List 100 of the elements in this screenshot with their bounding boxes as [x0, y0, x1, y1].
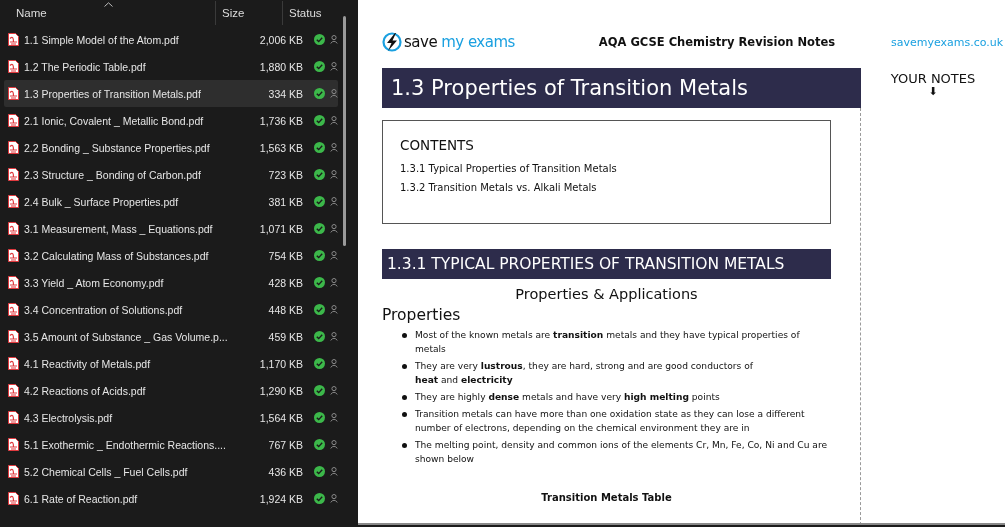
- person-icon: [330, 170, 338, 179]
- file-size: 1,170 KB: [258, 357, 303, 370]
- file-name: 1.1 Simple Model of the Atom.pdf: [24, 33, 180, 46]
- file-name: 2.1 Ionic, Covalent _ Metallic Bond.pdf: [24, 114, 205, 127]
- file-size: 381 KB: [267, 195, 303, 208]
- column-header[interactable]: Status: [283, 1, 344, 25]
- scrollbar[interactable]: [343, 16, 346, 246]
- file-name: 3.4 Concentration of Solutions.pdf: [24, 303, 184, 316]
- file-row[interactable]: 2.3 Structure _ Bonding of Carbon.pdf 723 KB: [4, 161, 338, 188]
- file-row[interactable]: 3.1 Measurement, Mass _ Equations.pdf 1,071 KB: [4, 215, 338, 242]
- pdf-file-icon: [8, 141, 19, 154]
- pdf-file-icon: [8, 357, 19, 370]
- pdf-file-icon: [8, 276, 19, 289]
- file-name: 5.2 Chemical Cells _ Fuel Cells.pdf: [24, 465, 189, 478]
- contents-heading: CONTENTS: [400, 137, 475, 153]
- file-size: 767 KB: [267, 438, 303, 451]
- pdf-file-icon: [8, 384, 19, 397]
- file-row[interactable]: 3.4 Concentration of Solutions.pdf 448 KB: [4, 296, 338, 323]
- file-name: 4.2 Reactions of Acids.pdf: [24, 384, 147, 397]
- bullet-icon: [402, 395, 407, 400]
- person-icon: [330, 35, 338, 44]
- person-icon: [330, 440, 338, 449]
- bullet-text: Transition metals can have more than one oxidation state as they can lose a different number of electrons, depending on the chemical environment they are in: [415, 408, 806, 435]
- file-row[interactable]: 1.1 Simple Model of the Atom.pdf 2,006 KB: [4, 26, 338, 53]
- file-row[interactable]: 3.3 Yield _ Atom Economy.pdf 428 KB: [4, 269, 338, 296]
- file-row[interactable]: 4.2 Reactions of Acids.pdf 1,290 KB: [4, 377, 338, 404]
- section-heading: 1.3.1 TYPICAL PROPERTIES OF TRANSITION METALS: [382, 249, 831, 279]
- file-row[interactable]: 2.2 Bonding _ Substance Properties.pdf 1,563 KB: [4, 134, 338, 161]
- file-size: 436 KB: [267, 465, 303, 478]
- file-row[interactable]: 3.5 Amount of Substance _ Gas Volume.p... 459 KB: [4, 323, 338, 350]
- file-row[interactable]: 4.1 Reactivity of Metals.pdf 1,170 KB: [4, 350, 338, 377]
- caret-icon: [103, 2, 113, 7]
- person-icon: [330, 413, 338, 422]
- file-size: 334 KB: [267, 87, 303, 100]
- file-size: 448 KB: [267, 303, 303, 316]
- file-size: 1,563 KB: [258, 141, 303, 154]
- file-size: 1,736 KB: [258, 114, 303, 127]
- file-name: 2.3 Structure _ Bonding of Carbon.pdf: [24, 168, 202, 181]
- file-name: 2.2 Bonding _ Substance Properties.pdf: [24, 141, 211, 154]
- pdf-file-icon: [8, 222, 19, 235]
- file-size: 1,564 KB: [258, 411, 303, 424]
- file-row[interactable]: 2.1 Ionic, Covalent _ Metallic Bond.pdf 1,736 KB: [4, 107, 338, 134]
- pdf-file-icon: [8, 492, 19, 505]
- column-header[interactable]: Size: [216, 1, 283, 25]
- file-row[interactable]: 4.3 Electrolysis.pdf 1,564 KB: [4, 404, 338, 431]
- file-size: 754 KB: [267, 249, 303, 262]
- file-size: 428 KB: [267, 276, 303, 289]
- person-icon: [330, 467, 338, 476]
- column-header[interactable]: Name: [0, 1, 216, 25]
- person-icon: [330, 116, 338, 125]
- file-row[interactable]: 1.3 Properties of Transition Metals.pdf 334 KB: [4, 80, 338, 107]
- contents-link[interactable]: 1.3.2 Transition Metals vs. Alkali Metals: [400, 182, 830, 193]
- person-icon: [330, 197, 338, 206]
- pdf-file-icon: [8, 60, 19, 73]
- file-name: 1.2 The Periodic Table.pdf: [24, 60, 147, 73]
- person-icon: [330, 359, 338, 368]
- file-row[interactable]: 5.1 Exothermic _ Endothermic Reactions.... 767 KB: [4, 431, 338, 458]
- file-row[interactable]: 1.2 The Periodic Table.pdf 1,880 KB: [4, 53, 338, 80]
- notes-label: YOUR NOTES: [890, 71, 976, 86]
- file-name: 1.3 Properties of Transition Metals.pdf: [24, 87, 202, 100]
- pdf-file-icon: [8, 87, 19, 100]
- file-row[interactable]: 3.2 Calculating Mass of Substances.pdf 754 KB: [4, 242, 338, 269]
- file-name: 5.1 Exothermic _ Endothermic Reactions....: [24, 438, 227, 451]
- person-icon: [330, 494, 338, 503]
- pdf-file-icon: [8, 249, 19, 262]
- logo-text: save: [404, 33, 438, 51]
- person-icon: [330, 251, 338, 260]
- file-row[interactable]: 5.2 Chemical Cells _ Fuel Cells.pdf 436 KB: [4, 458, 338, 485]
- person-icon: [330, 62, 338, 71]
- file-name: 6.1 Rate of Reaction.pdf: [24, 492, 139, 505]
- person-icon: [330, 278, 338, 287]
- file-size: 723 KB: [267, 168, 303, 181]
- bullet-icon: [402, 333, 407, 338]
- file-row[interactable]: 2.4 Bulk _ Surface Properties.pdf 381 KB: [4, 188, 338, 215]
- file-size: 1,290 KB: [258, 384, 303, 397]
- pdf-file-icon: [8, 438, 19, 451]
- pdf-file-icon: [8, 195, 19, 208]
- file-name: 3.3 Yield _ Atom Economy.pdf: [24, 276, 165, 289]
- pdf-file-icon: [8, 33, 19, 46]
- person-icon: [330, 386, 338, 395]
- file-size: 459 KB: [267, 330, 303, 343]
- bullet-text: The melting point, density and common ions of the elements Cr, Mn, Fe, Co, Ni and Cu are shown below: [415, 439, 829, 466]
- subheading: Properties & Applications: [514, 286, 699, 302]
- contents-link[interactable]: 1.3.1 Typical Properties of Transition Metals: [400, 163, 830, 174]
- pdf-file-icon: [8, 168, 19, 181]
- bullet-text: They are highly dense metals and have very high melting points: [415, 391, 720, 404]
- file-name: 3.1 Measurement, Mass _ Equations.pdf: [24, 222, 214, 235]
- file-row[interactable]: 6.1 Rate of Reaction.pdf 1,924 KB: [4, 485, 338, 512]
- pdf-file-icon: [8, 303, 19, 316]
- document-title: 1.3 Properties of Transition Metals: [382, 68, 861, 108]
- file-name: 4.1 Reactivity of Metals.pdf: [24, 357, 152, 370]
- file-size: 1,924 KB: [258, 492, 303, 505]
- down-arrow: ⬇: [928, 86, 938, 97]
- person-icon: [330, 143, 338, 152]
- logo-text: my exams: [441, 33, 515, 51]
- person-icon: [330, 224, 338, 233]
- file-size: 1,880 KB: [258, 60, 303, 73]
- file-name: 4.3 Electrolysis.pdf: [24, 411, 114, 424]
- file-name: 2.4 Bulk _ Surface Properties.pdf: [24, 195, 180, 208]
- person-icon: [330, 305, 338, 314]
